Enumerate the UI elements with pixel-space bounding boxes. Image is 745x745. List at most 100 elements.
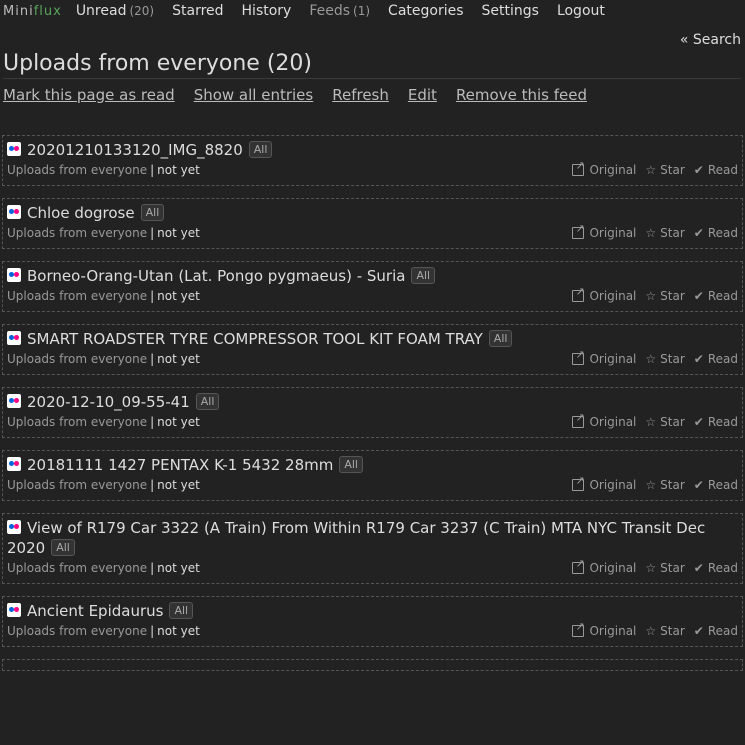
meta-separator: | <box>150 415 155 429</box>
mark-read-button[interactable]: ✔ Read <box>694 352 738 366</box>
entry-title-link[interactable]: Ancient Epidaurus <box>27 602 163 620</box>
star-button[interactable]: ☆ Star <box>645 163 684 177</box>
category-badge[interactable]: All <box>51 539 75 556</box>
entry-title-link[interactable]: Borneo-Orang-Utan (Lat. Pongo pygmaeus) … <box>27 267 405 285</box>
mark-read-button[interactable]: ✔ Read <box>694 478 738 492</box>
nav-settings[interactable]: Settings <box>482 3 539 19</box>
star-button[interactable]: ☆ Star <box>645 226 684 240</box>
mark-read-button[interactable]: ✔ Read <box>694 624 738 638</box>
search-link[interactable]: « Search <box>680 32 741 48</box>
mark-read-button[interactable]: ✔ Read <box>694 226 738 240</box>
star-button[interactable]: ☆ Star <box>645 478 684 492</box>
entry-actions: Original ☆Star ✔Read <box>563 222 738 240</box>
category-badge[interactable]: All <box>195 393 220 410</box>
show-all-entries-link[interactable]: Show all entries <box>194 86 314 104</box>
entry-meta: Uploads from everyone|not yet Original ☆St… <box>7 474 742 494</box>
read-label: Read <box>707 624 738 638</box>
category-badge[interactable]: All <box>488 330 513 347</box>
entry-title-link[interactable]: 20201210133120_IMG_8820 <box>27 141 243 159</box>
entry-feed-link[interactable]: Uploads from everyone <box>7 561 147 575</box>
read-label: Read <box>707 478 738 492</box>
star-button[interactable]: ☆ Star <box>645 624 684 638</box>
external-link-icon <box>572 411 585 428</box>
nav-unread[interactable]: Unread (20) <box>76 3 154 19</box>
mark-read-button[interactable]: ✔ Read <box>694 163 738 177</box>
check-icon: ✔ <box>693 226 704 240</box>
nav-unread-label: Unread <box>75 3 127 19</box>
entry-title-row: 20181111 1427 PENTAX K-1 5432 28mm All <box>7 455 742 475</box>
nav-logout[interactable]: Logout <box>557 3 605 19</box>
entry-title-link[interactable]: View of R179 Car 3322 (A Train) From Wit… <box>7 519 705 557</box>
entry-meta-left: Uploads from everyone | not yet <box>7 226 200 240</box>
category-badge[interactable]: All <box>169 602 194 619</box>
nav-starred[interactable]: Starred <box>172 3 223 19</box>
nav-feeds[interactable]: Feeds (1) <box>309 3 370 19</box>
check-icon: ✔ <box>693 289 704 303</box>
external-link-icon <box>572 557 585 574</box>
original-label: Original <box>589 289 637 303</box>
star-button[interactable]: ☆ Star <box>645 561 684 575</box>
entry-time: not yet <box>157 478 200 492</box>
nav-unread-count: (20) <box>129 4 155 18</box>
category-badge[interactable]: All <box>411 267 436 284</box>
original-link[interactable]: Original <box>572 159 636 177</box>
mark-page-read-link[interactable]: Mark this page as read <box>3 86 175 104</box>
star-button[interactable]: ☆ Star <box>645 415 684 429</box>
star-label: Star <box>660 352 685 366</box>
entry-title-link[interactable]: Chloe dogrose <box>27 204 135 222</box>
flickr-icon <box>7 520 21 534</box>
flickr-icon <box>7 142 21 156</box>
entry-title-row: Ancient Epidaurus All <box>7 601 742 621</box>
entry-feed-link[interactable]: Uploads from everyone <box>7 478 147 492</box>
star-button[interactable]: ☆ Star <box>645 352 684 366</box>
refresh-link[interactable]: Refresh <box>332 86 389 104</box>
flickr-icon <box>7 268 21 282</box>
entry-feed-link[interactable]: Uploads from everyone <box>7 289 147 303</box>
original-label: Original <box>589 415 637 429</box>
original-link[interactable]: Original <box>572 557 636 575</box>
entry-feed-link[interactable]: Uploads from everyone <box>7 352 147 366</box>
star-icon: ☆ <box>645 415 657 429</box>
category-badge[interactable]: All <box>339 456 363 473</box>
original-link[interactable]: Original <box>572 222 636 240</box>
read-label: Read <box>707 415 738 429</box>
mark-read-button[interactable]: ✔ Read <box>694 561 738 575</box>
external-link-icon <box>572 285 585 302</box>
remove-feed-link[interactable]: Remove this feed <box>456 86 587 104</box>
edit-link[interactable]: Edit <box>408 86 437 104</box>
entry-item: 2020-12-10_09-55-41 All Uploads from every… <box>2 387 743 438</box>
entry-title-link[interactable]: SMART ROADSTER TYRE COMPRESSOR TOOL KIT … <box>27 330 483 348</box>
entry-title-link[interactable]: 2020-12-10_09-55-41 <box>27 393 190 411</box>
original-link[interactable]: Original <box>572 411 637 429</box>
mark-read-button[interactable]: ✔ Read <box>694 289 738 303</box>
external-link-icon <box>572 159 585 176</box>
star-label: Star <box>660 415 685 429</box>
star-button[interactable]: ☆ Star <box>645 289 684 303</box>
category-badge[interactable]: All <box>140 204 165 221</box>
entry-feed-link[interactable]: Uploads from everyone <box>7 624 147 638</box>
original-link[interactable]: Original <box>572 285 637 303</box>
category-badge[interactable]: All <box>248 141 273 158</box>
logo-text-mini: Mini <box>3 4 34 19</box>
original-link[interactable]: Original <box>572 620 636 638</box>
nav-categories[interactable]: Categories <box>388 3 463 19</box>
entry-actions: Original ☆Star ✔Read <box>563 474 738 492</box>
entry-time: not yet <box>157 226 200 240</box>
entry-title-link[interactable]: 20181111 1427 PENTAX K-1 5432 28mm <box>27 456 333 474</box>
entry-time: not yet <box>157 289 200 303</box>
entry-meta-left: Uploads from everyone | not yet <box>7 624 200 638</box>
star-icon: ☆ <box>645 163 657 177</box>
original-link[interactable]: Original <box>572 348 636 366</box>
entry-feed-link[interactable]: Uploads from everyone <box>7 415 147 429</box>
app-logo[interactable]: Miniflux <box>3 4 62 19</box>
entry-feed-link[interactable]: Uploads from everyone <box>7 226 147 240</box>
star-icon: ☆ <box>645 289 657 303</box>
entry-feed-link[interactable]: Uploads from everyone <box>7 163 147 177</box>
logo-text-flux: flux <box>33 4 62 19</box>
entry-meta-left: Uploads from everyone | not yet <box>7 478 200 492</box>
original-link[interactable]: Original <box>572 474 636 492</box>
mark-read-button[interactable]: ✔ Read <box>694 415 738 429</box>
entry-meta-left: Uploads from everyone | not yet <box>7 415 200 429</box>
nav-history[interactable]: History <box>242 3 292 19</box>
entry-item: Borneo-Orang-Utan (Lat. Pongo pygmaeus) … <box>2 261 743 312</box>
